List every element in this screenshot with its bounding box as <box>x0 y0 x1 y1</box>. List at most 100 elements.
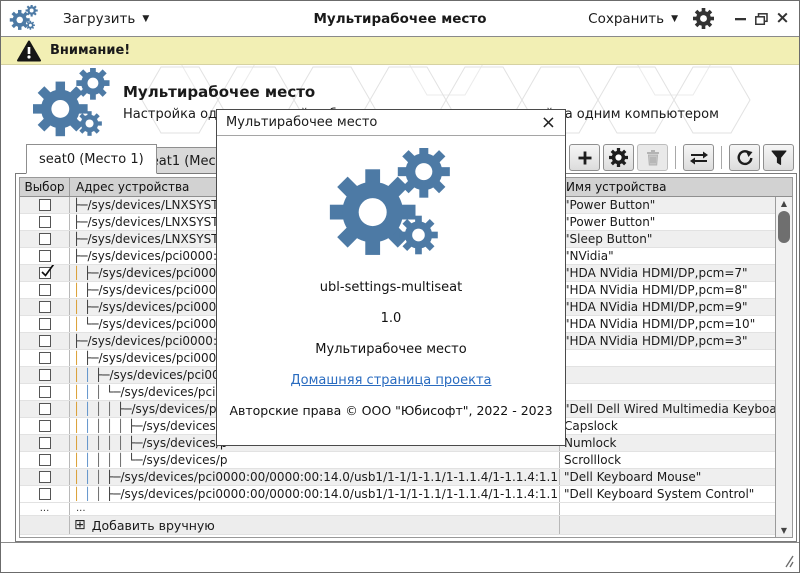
select-cell <box>20 367 70 383</box>
scroll-up-icon[interactable]: ▲ <box>776 199 792 208</box>
status-bar <box>1 542 799 572</box>
device-checkbox[interactable] <box>39 420 51 432</box>
tree-branch: │├─ <box>73 266 98 280</box>
device-checkbox[interactable] <box>39 471 51 483</box>
scroll-down-icon[interactable]: ▼ <box>776 526 792 535</box>
device-path: /sys/devices/pci0000:00 <box>87 334 232 348</box>
device-checkbox[interactable] <box>39 352 51 364</box>
device-path: /sys/devices/p <box>142 453 227 467</box>
device-checkbox[interactable] <box>39 335 51 347</box>
close-icon: × <box>541 112 556 133</box>
select-cell <box>20 435 70 451</box>
maximize-button[interactable] <box>753 9 770 29</box>
name-cell: Scrolllock <box>560 452 775 468</box>
select-cell <box>20 469 70 485</box>
column-header-select[interactable]: Выбор <box>20 178 70 196</box>
select-cell <box>20 231 70 247</box>
device-row[interactable]: │││││└─/sys/devices/p Scrolllock <box>20 452 775 469</box>
device-row[interactable]: │││├─/sys/devices/pci0000:00/0000:00:14.… <box>20 469 775 486</box>
more-select: ... <box>20 503 70 515</box>
address-cell: │││├─/sys/devices/pci0000:00/0000:00:14.… <box>70 486 560 502</box>
device-name: "Dell Dell Wired Multimedia Keyboard" <box>564 402 775 416</box>
name-cell: "HDA NVidia HDMI/DP,pcm=7" <box>560 265 775 281</box>
add-device-button[interactable] <box>569 144 600 171</box>
undo-icon <box>736 149 754 167</box>
device-checkbox[interactable] <box>39 318 51 330</box>
add-manually-row[interactable]: ⊞Добавить вручную <box>20 516 775 535</box>
page-title: Мультирабочее место <box>123 83 315 101</box>
device-checkbox[interactable] <box>39 301 51 313</box>
delete-device-button[interactable] <box>637 144 668 171</box>
device-name: "HDA NVidia HDMI/DP,pcm=8" <box>564 283 748 297</box>
swap-arrows-icon <box>689 150 709 166</box>
settings-gear-button[interactable] <box>690 6 716 32</box>
device-name: "HDA NVidia HDMI/DP,pcm=9" <box>564 300 748 314</box>
close-icon: × <box>775 10 789 27</box>
device-path: /sys/devices/pc <box>131 402 223 416</box>
tree-branch: ││││├─ <box>73 402 131 416</box>
name-cell <box>560 350 775 366</box>
device-name: Numlock <box>564 436 617 450</box>
device-checkbox[interactable] <box>39 284 51 296</box>
tree-branch: ├─ <box>73 334 87 348</box>
tab-seat0[interactable]: seat0 (Место 1) <box>26 144 157 174</box>
device-checkbox[interactable] <box>39 267 51 279</box>
gear-icon <box>693 8 714 29</box>
device-checkbox[interactable] <box>39 216 51 228</box>
tab-label: seat0 (Место 1) <box>39 152 144 167</box>
resize-grip-icon[interactable] <box>780 555 794 568</box>
device-checkbox[interactable] <box>39 199 51 211</box>
add-manually-label: Добавить вручную <box>92 518 215 533</box>
swap-devices-button[interactable] <box>683 144 714 171</box>
device-checkbox[interactable] <box>39 386 51 398</box>
minimize-button[interactable] <box>732 9 749 29</box>
tree-branch: │││││├─ <box>73 436 142 450</box>
device-checkbox[interactable] <box>39 233 51 245</box>
app-version: 1.0 <box>381 311 402 326</box>
tree-branch: │││├─ <box>73 470 120 484</box>
device-name: "Dell Keyboard System Control" <box>564 487 754 501</box>
device-checkbox[interactable] <box>39 437 51 449</box>
device-checkbox[interactable] <box>39 250 51 262</box>
filter-button[interactable] <box>763 144 794 171</box>
select-cell <box>20 418 70 434</box>
name-cell: "Power Button" <box>560 214 775 230</box>
close-button[interactable]: × <box>774 9 791 29</box>
homepage-link[interactable]: Домашняя страница проекта <box>291 373 492 388</box>
dialog-body: ubl-settings-multiseat 1.0 Мультирабочее… <box>217 136 565 418</box>
column-header-name[interactable]: Имя устройства <box>560 178 792 196</box>
device-path: /sys/devices/p <box>142 419 227 433</box>
device-path: /sys/devices/pci0000:00 <box>87 249 232 263</box>
tree-branch: │└─ <box>73 317 98 331</box>
device-name: "HDA NVidia HDMI/DP,pcm=7" <box>564 266 748 280</box>
dialog-title: Мультирабочее место <box>226 115 377 130</box>
load-menu-button[interactable]: Загрузить ▼ <box>55 7 157 31</box>
select-cell <box>20 316 70 332</box>
name-cell: "Dell Keyboard System Control" <box>560 486 775 502</box>
vertical-scrollbar[interactable]: ▲ ▼ <box>775 197 792 537</box>
device-name: "HDA NVidia HDMI/DP,pcm=3" <box>564 334 748 348</box>
device-path: /sys/devices/pci0000:00/0000:00:14.0/usb… <box>120 470 558 484</box>
device-settings-button[interactable] <box>603 144 634 171</box>
scrollbar-thumb[interactable] <box>778 211 790 243</box>
dialog-close-button[interactable]: × <box>541 114 556 132</box>
tree-branch: │││││└─ <box>73 453 142 467</box>
more-row: ...... <box>20 503 775 516</box>
select-cell <box>20 197 70 213</box>
device-name: "NVidia" <box>564 249 614 263</box>
select-cell <box>20 350 70 366</box>
trash-icon <box>645 149 661 166</box>
copyright-text: Авторские права © ООО "Юбисофт", 2022 - … <box>229 403 552 418</box>
device-checkbox[interactable] <box>39 488 51 500</box>
reset-button[interactable] <box>729 144 760 171</box>
name-cell: "Dell Keyboard Mouse" <box>560 469 775 485</box>
device-row[interactable]: │││├─/sys/devices/pci0000:00/0000:00:14.… <box>20 486 775 503</box>
save-menu-button[interactable]: Сохранить ▼ <box>580 7 686 31</box>
device-checkbox[interactable] <box>39 454 51 466</box>
toolbar-separator <box>721 146 722 169</box>
device-name: "Power Button" <box>564 215 655 229</box>
device-checkbox[interactable] <box>39 369 51 381</box>
select-cell <box>20 486 70 502</box>
address-cell: │││├─/sys/devices/pci0000:00/0000:00:14.… <box>70 469 560 485</box>
device-checkbox[interactable] <box>39 403 51 415</box>
